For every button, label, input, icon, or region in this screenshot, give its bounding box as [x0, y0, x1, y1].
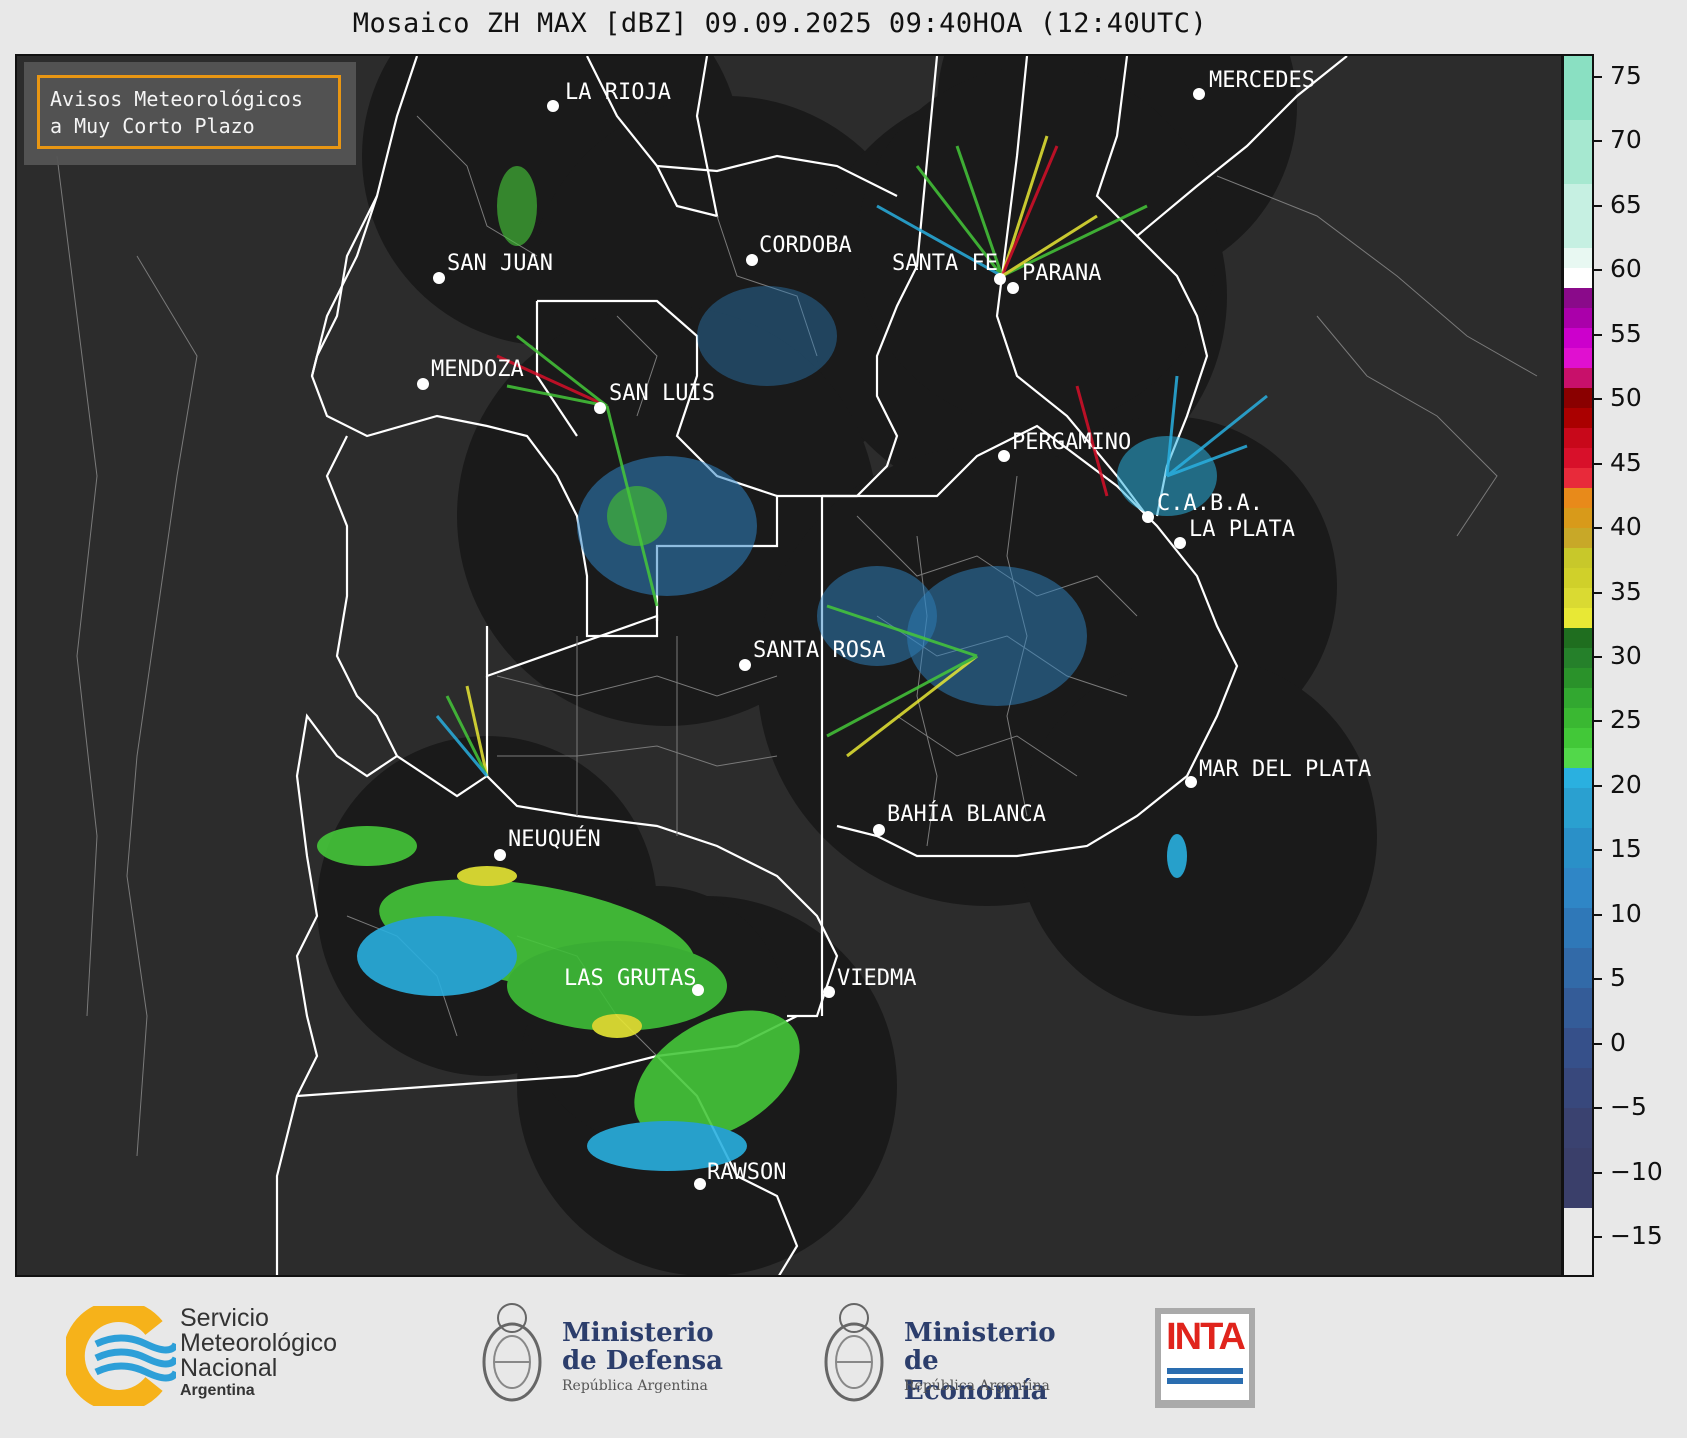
smn-logo-icon — [66, 1306, 176, 1406]
svg-text:VIEDMA: VIEDMA — [837, 966, 916, 991]
svg-text:CORDOBA: CORDOBA — [759, 233, 852, 258]
map-canvas: LA RIOJA MERCEDES CORDOBA SAN JUAN SANTA… — [56, 56, 1538, 1275]
notice-line-2: a Muy Corto Plazo — [50, 114, 255, 138]
economia-logo: Ministerio de Economía República Argenti… — [822, 1296, 1082, 1416]
svg-text:SAN LUIS: SAN LUIS — [609, 381, 715, 406]
defensa-line-3: República Argentina — [562, 1378, 708, 1394]
svg-text:BAHÍA BLANCA: BAHÍA BLANCA — [887, 801, 1046, 827]
coat-of-arms-icon — [824, 1303, 884, 1402]
svg-text:SANTA FE: SANTA FE — [892, 251, 998, 276]
map-title: Mosaico ZH MAX [dBZ] 09.09.2025 09:40HOA… — [352, 8, 1208, 39]
smn-line-4: Argentina — [180, 1382, 255, 1399]
coat-of-arms-icon — [482, 1303, 542, 1402]
smn-logo: Servicio Meteorológico Nacional Argentin… — [66, 1306, 386, 1406]
svg-text:LA RIOJA: LA RIOJA — [565, 80, 671, 105]
notice-line-1: Avisos Meteorológicos — [50, 87, 303, 111]
svg-text:MENDOZA: MENDOZA — [431, 357, 524, 382]
radar-map: LA RIOJA MERCEDES CORDOBA SAN JUAN SANTA… — [15, 54, 1563, 1277]
svg-text:MERCEDES: MERCEDES — [1209, 68, 1315, 93]
notice-panel: Avisos Meteorológicos a Muy Corto Plazo — [24, 62, 356, 165]
defensa-line-2: de Defensa — [562, 1346, 723, 1376]
svg-text:MAR DEL PLATA: MAR DEL PLATA — [1199, 757, 1371, 782]
footer-logos: Servicio Meteorológico Nacional Argentin… — [0, 1280, 1687, 1438]
colorbar — [1562, 54, 1594, 1277]
svg-text:RAWSON: RAWSON — [707, 1160, 786, 1185]
svg-text:LAS GRUTAS: LAS GRUTAS — [564, 966, 696, 991]
svg-text:SANTA ROSA: SANTA ROSA — [753, 638, 885, 663]
inta-logo: INTA — [1155, 1308, 1255, 1408]
svg-text:PARANA: PARANA — [1022, 261, 1101, 286]
svg-text:LA PLATA: LA PLATA — [1189, 517, 1295, 542]
defensa-logo: Ministerio de Defensa República Argentin… — [480, 1296, 730, 1416]
smn-line-1: Servicio — [180, 1304, 269, 1332]
smn-line-2: Meteorológico — [180, 1329, 338, 1357]
svg-text:PERGAMINO: PERGAMINO — [1012, 430, 1131, 455]
svg-text:SAN JUAN: SAN JUAN — [447, 251, 553, 276]
notice-box: Avisos Meteorológicos a Muy Corto Plazo — [37, 75, 341, 149]
defensa-line-1: Ministerio — [562, 1318, 714, 1348]
economia-line-1: Ministerio — [904, 1318, 1056, 1348]
economia-line-2: de Economía — [904, 1346, 1048, 1406]
svg-text:C.A.B.A.: C.A.B.A. — [1157, 491, 1263, 516]
inta-logo-text: INTA — [1166, 1316, 1246, 1358]
economia-line-3: República Argentina — [904, 1378, 1050, 1394]
svg-text:NEUQUÉN: NEUQUÉN — [508, 826, 601, 852]
smn-line-3: Nacional — [180, 1354, 278, 1382]
